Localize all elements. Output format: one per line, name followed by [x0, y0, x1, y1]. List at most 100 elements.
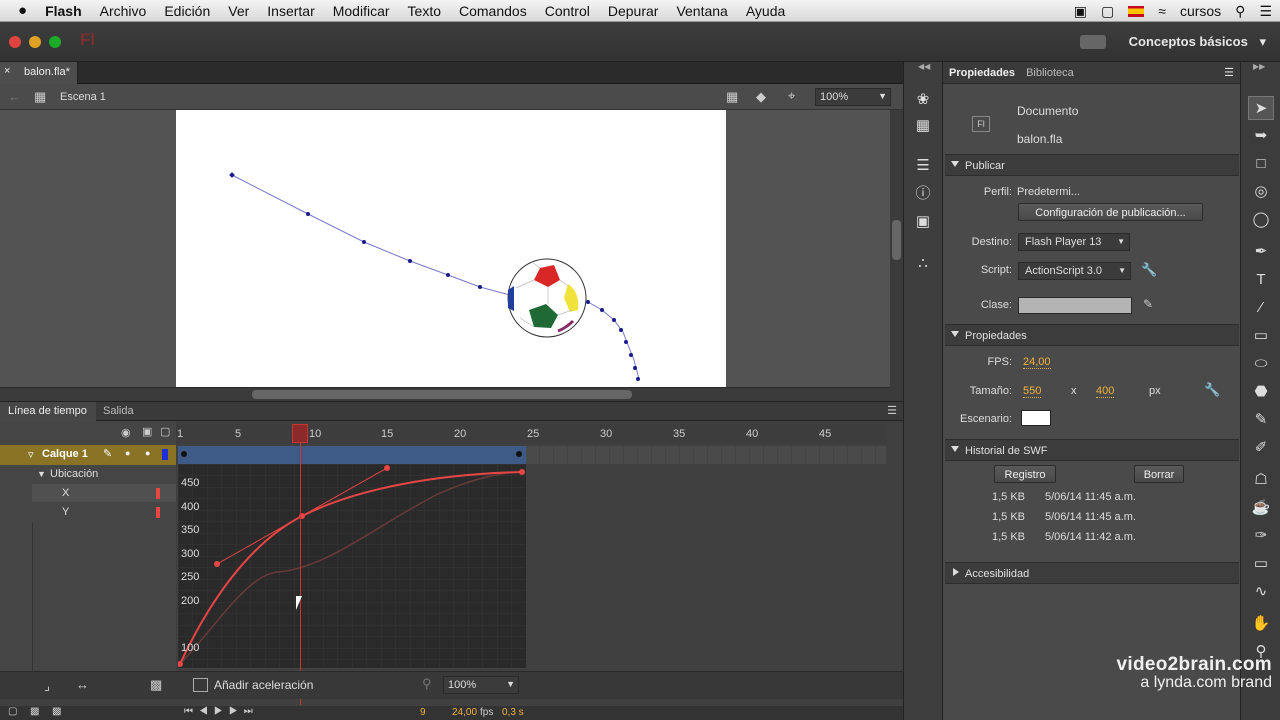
tween-span[interactable] — [178, 446, 526, 464]
close-tab-icon[interactable]: × — [4, 65, 10, 77]
scene-label[interactable]: Escena 1 — [60, 91, 106, 103]
menu-texto[interactable]: Texto — [399, 3, 450, 19]
components-icon[interactable]: ∴ — [910, 252, 936, 276]
zoom-window-icon[interactable] — [49, 36, 61, 48]
keyframe-end[interactable] — [516, 451, 522, 457]
wifi-icon[interactable]: ≈ — [1158, 3, 1166, 19]
wrench-icon[interactable]: 🔧 — [1204, 382, 1220, 398]
edit-class-pencil-icon[interactable]: ✎ — [1143, 297, 1153, 311]
menu-ver[interactable]: Ver — [219, 3, 258, 19]
curve-handle[interactable] — [384, 465, 390, 471]
script-select[interactable]: ActionScript 3.0 ▼ — [1018, 262, 1131, 280]
add-ease-button[interactable]: Añadir aceleración — [214, 678, 313, 692]
stage-vertical-scrollbar[interactable] — [890, 110, 903, 401]
new-folder-icon[interactable]: ▩ — [30, 706, 39, 717]
stage-horizontal-scrollbar[interactable] — [0, 387, 890, 401]
back-arrow-icon[interactable]: ← — [8, 89, 21, 104]
section-publish-header[interactable]: Publicar — [945, 154, 1239, 176]
sync-settings-icon[interactable] — [1080, 35, 1106, 49]
empty-frames[interactable] — [526, 446, 886, 464]
section-properties-header[interactable]: Propiedades — [945, 324, 1239, 346]
playback-controls-icon[interactable]: ⏮◀▶▶⏭ — [184, 706, 259, 717]
selection-tool-icon[interactable]: ➤ — [1248, 96, 1274, 120]
panel-menu-icon[interactable]: ☰ — [887, 404, 897, 417]
soccer-ball[interactable] — [507, 258, 587, 338]
lock-icon[interactable]: ▣ — [142, 425, 152, 438]
width-value[interactable]: 550 — [1023, 385, 1042, 398]
menu-comandos[interactable]: Comandos — [450, 3, 536, 19]
spotlight-search-icon[interactable]: ⚲ — [1235, 3, 1245, 20]
eraser-tool-icon[interactable]: ▭ — [1248, 552, 1274, 576]
ink-bottle-tool-icon[interactable]: ☕ — [1248, 496, 1274, 520]
pen-tool-icon[interactable]: ✒ — [1248, 240, 1274, 264]
playhead-handle[interactable] — [292, 424, 308, 443]
publish-settings-button[interactable]: Configuración de publicación... — [1018, 203, 1203, 221]
layer-color-swatch[interactable] — [162, 449, 168, 460]
layer-name[interactable]: Calque 1 — [42, 448, 88, 460]
scrollbar-thumb[interactable] — [892, 220, 901, 260]
height-value[interactable]: 400 — [1096, 385, 1115, 398]
menu-ayuda[interactable]: Ayuda — [737, 3, 794, 19]
rectangle-tool-icon[interactable]: ▭ — [1248, 324, 1274, 348]
wrench-icon[interactable]: 🔧 — [1141, 262, 1157, 278]
align-icon[interactable]: ☰ — [910, 154, 936, 178]
width-tool-icon[interactable]: ∿ — [1248, 580, 1274, 604]
brush-tool-icon[interactable]: ✐ — [1248, 436, 1274, 460]
subselection-tool-icon[interactable]: ➥ — [1248, 124, 1274, 148]
tab-output[interactable]: Salida — [103, 405, 134, 417]
curve-anchor[interactable] — [519, 469, 525, 475]
menu-ventana[interactable]: Ventana — [667, 3, 736, 19]
tab-balon-fla[interactable]: × balon.fla* — [0, 62, 78, 84]
workspace-switcher[interactable]: Conceptos básicos ▾ — [1129, 34, 1266, 50]
edit-symbol-icon[interactable]: ◆ — [756, 89, 766, 105]
collapse-arrows-icon[interactable]: ▶▶ — [1253, 62, 1265, 71]
playhead-line[interactable] — [300, 443, 301, 705]
pencil-icon[interactable]: ✎ — [103, 447, 112, 460]
ease-curve-icon[interactable]: ⌟ — [44, 678, 50, 694]
line-tool-icon[interactable]: ⁄ — [1248, 296, 1274, 320]
close-window-icon[interactable] — [9, 36, 21, 48]
3d-rotation-tool-icon[interactable]: ◎ — [1248, 180, 1274, 204]
menu-insertar[interactable]: Insertar — [258, 3, 323, 19]
collapse-arrows-icon[interactable]: ◀◀ — [918, 62, 930, 71]
keyframe-start[interactable] — [181, 451, 187, 457]
class-input[interactable] — [1018, 297, 1132, 314]
tab-properties[interactable]: Propiedades — [949, 67, 1015, 79]
fps-value[interactable]: 24,00 — [1023, 356, 1051, 369]
info-icon[interactable]: ⓘ — [910, 182, 936, 206]
paint-bucket-tool-icon[interactable]: ☖ — [1248, 468, 1274, 492]
delete-layer-icon[interactable]: ▩ — [52, 706, 61, 717]
frame-ruler[interactable]: 1 5 10 15 20 25 30 35 40 45 — [176, 424, 886, 444]
graph-zoom-select[interactable]: 100% ▼ — [443, 676, 519, 694]
transform-icon[interactable]: ▣ — [910, 210, 936, 234]
curve-handle[interactable] — [214, 561, 220, 567]
text-tool-icon[interactable]: T — [1248, 268, 1274, 292]
creative-cloud-icon[interactable]: ▣ — [1074, 3, 1087, 20]
polystar-tool-icon[interactable]: ⬣ — [1248, 380, 1274, 404]
notifications-icon[interactable]: ☰ — [1259, 3, 1272, 20]
oval-tool-icon[interactable]: ⬭ — [1248, 352, 1274, 376]
apple-menu-icon[interactable]: ● — [0, 2, 36, 19]
property-row-y[interactable]: Y — [32, 503, 176, 521]
clear-button[interactable]: Borrar — [1134, 465, 1184, 483]
menu-edicion[interactable]: Edición — [155, 3, 219, 19]
property-row-x[interactable]: X — [32, 484, 176, 502]
fit-to-view-icon[interactable]: ↔ — [76, 677, 89, 692]
lock-dot-icon[interactable]: ● — [145, 448, 150, 458]
stage-color-swatch[interactable] — [1021, 410, 1051, 426]
zoom-select[interactable]: 100% ▼ — [815, 88, 891, 106]
new-layer-icon[interactable]: ▢ — [8, 706, 17, 717]
scrollbar-thumb[interactable] — [252, 390, 632, 399]
expand-triangle-icon[interactable]: ▼ — [37, 469, 46, 479]
visible-dot-icon[interactable]: ● — [125, 448, 130, 458]
center-stage-icon[interactable]: ⌖ — [788, 88, 795, 104]
log-button[interactable]: Registro — [994, 465, 1056, 483]
window-icon[interactable]: ▢ — [1101, 3, 1114, 20]
menu-modificar[interactable]: Modificar — [324, 3, 399, 19]
group-label-ubicacion[interactable]: Ubicación — [50, 468, 98, 480]
section-swf-history-header[interactable]: Historial de SWF — [945, 439, 1239, 461]
tab-timeline[interactable]: Línea de tiempo — [0, 402, 96, 421]
menu-app-flash[interactable]: Flash — [36, 3, 91, 19]
target-select[interactable]: Flash Player 13 ▼ — [1018, 233, 1130, 251]
minimize-window-icon[interactable] — [29, 36, 41, 48]
